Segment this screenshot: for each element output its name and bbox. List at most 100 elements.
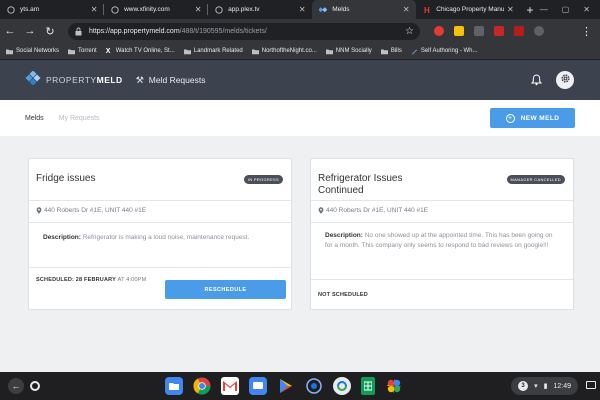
chrome-app-icon[interactable] [193, 377, 211, 395]
play-store-app-icon[interactable] [277, 377, 295, 395]
divider [311, 222, 573, 223]
bookmark-item[interactable]: Self Authoring - Wh... [411, 48, 478, 55]
sub-navigation: Melds My Requests + NEW MELD [0, 100, 600, 136]
extension-icon[interactable] [434, 26, 444, 36]
folder-icon [183, 48, 191, 55]
tools-icon: ⚒ [135, 74, 144, 85]
close-icon[interactable]: ✕ [192, 5, 204, 14]
bell-icon[interactable] [530, 74, 542, 86]
gmail-app-icon[interactable] [221, 377, 239, 395]
pinned-apps [165, 377, 403, 395]
pen-favicon [411, 48, 418, 55]
extensions [434, 26, 544, 36]
divider [29, 200, 291, 201]
address-bar[interactable]: https://app.propertymeld.com/488/t/19059… [68, 22, 420, 40]
reschedule-button[interactable]: RESCHEDULE [165, 280, 286, 299]
folder-icon [325, 48, 333, 55]
svg-text:H: H [424, 6, 430, 14]
back-icon[interactable]: ← [0, 21, 20, 41]
wifi-icon: ▾ [534, 383, 538, 390]
meld-title[interactable]: Refrigerator Issues Continued [318, 173, 402, 197]
map-pin-icon [36, 207, 42, 214]
browser-tab[interactable]: H Chicago Property Manu... ✕ [416, 0, 520, 19]
maximize-icon[interactable]: ▢ [562, 5, 570, 14]
chicago-favicon: H [423, 6, 431, 14]
extension-icon[interactable] [474, 26, 484, 36]
bookmark-item[interactable]: Bills [380, 48, 402, 55]
browser-tab[interactable]: app.plex.tv ✕ [208, 0, 312, 19]
extension-icon[interactable] [494, 26, 504, 36]
map-pin-icon [318, 207, 324, 214]
minimize-icon[interactable]: — [540, 5, 548, 14]
meld-card[interactable]: Refrigerator Issues Continued MANAGER CA… [310, 158, 574, 310]
propertymeld-logo[interactable]: PROPERTYMELD [25, 69, 123, 90]
scheduled-info: NOT SCHEDULED [318, 292, 368, 298]
extension-icon[interactable] [454, 26, 464, 36]
browser-tab[interactable]: www.xfinity.com ✕ [104, 0, 209, 19]
close-icon[interactable]: ✕ [296, 5, 308, 14]
bookmark-item[interactable]: Social Networks [6, 48, 59, 55]
folder-icon [6, 48, 13, 55]
new-meld-button[interactable]: + NEW MELD [490, 108, 575, 128]
clock: 12:49 [553, 382, 571, 390]
bookmark-item[interactable]: X Watch TV Online, St... [106, 48, 175, 55]
logo-mark-icon [25, 69, 41, 90]
tab-title: Chicago Property Manu... [436, 6, 505, 13]
window-controls: — ▢ ✕ [540, 0, 600, 19]
bookmark-item[interactable]: Landmark Related [183, 48, 243, 55]
close-icon[interactable]: ✕ [400, 5, 412, 14]
tab-title: www.xfinity.com [124, 6, 170, 13]
divider [311, 200, 573, 201]
bookmark-item[interactable]: NorthoftheNight.co... [251, 48, 317, 55]
melds-list: Fridge issues IN PROGRESS 440 Roberts Dr… [0, 136, 600, 372]
browser-menu-icon[interactable]: ⋮ [581, 25, 592, 38]
meld-card[interactable]: Fridge issues IN PROGRESS 440 Roberts Dr… [28, 158, 292, 310]
globe-icon [215, 5, 223, 14]
tab-melds[interactable]: Melds [25, 115, 44, 122]
browser-tab[interactable]: yts.am ✕ [0, 0, 105, 19]
lock-icon [74, 27, 83, 36]
profile-icon[interactable] [534, 26, 544, 36]
screen-capture-icon[interactable] [586, 381, 596, 389]
close-icon[interactable]: ✕ [88, 5, 100, 14]
tab-my-requests[interactable]: My Requests [59, 115, 100, 122]
sheets-app-icon[interactable] [361, 377, 375, 395]
reload-icon[interactable]: ↻ [40, 21, 60, 41]
messages-app-icon[interactable] [249, 377, 267, 395]
bookmark-item[interactable]: NNM Socially [325, 48, 372, 55]
tab-title: yts.am [20, 6, 40, 13]
globe-icon [111, 5, 119, 14]
meld-requests-nav[interactable]: ⚒ Meld Requests [136, 75, 206, 86]
meld-address: 440 Roberts Dr #1E, UNIT 440 #1E [36, 207, 146, 214]
battery-icon: ▮ [543, 383, 548, 390]
meld-address: 440 Roberts Dr #1E, UNIT 440 #1E [318, 207, 428, 214]
url-host: https://app.propertymeld.com [89, 27, 180, 35]
status-tray[interactable]: 3 ▾ ▮ 12:49 [511, 377, 578, 395]
close-icon[interactable]: ✕ [504, 5, 516, 14]
forward-icon[interactable]: → [20, 21, 40, 41]
tab-title: app.plex.tv [228, 6, 260, 13]
extension-icon[interactable] [514, 26, 524, 36]
plus-circle-icon: + [505, 113, 515, 123]
browser-tab-active[interactable]: Melds ✕ [312, 0, 417, 19]
meld-requests-label: Meld Requests [148, 75, 206, 85]
meld-title[interactable]: Fridge issues [36, 173, 95, 185]
bookmark-item[interactable]: Torrent [68, 48, 97, 55]
launcher-icon[interactable] [30, 381, 40, 391]
url-path: /488/t/190595/melds/tickets/ [179, 27, 267, 35]
back-icon[interactable]: ← [8, 378, 24, 394]
notification-count: 3 [518, 381, 529, 391]
app-header: PROPERTYMELD ⚒ Meld Requests [0, 60, 600, 100]
settings-button[interactable] [556, 71, 574, 89]
photos-app-icon[interactable] [385, 377, 403, 395]
status-badge: IN PROGRESS [243, 175, 283, 184]
bookmark-star-icon[interactable]: ☆ [405, 26, 414, 37]
meld-description: Description: Refrigerator is making a lo… [43, 234, 250, 241]
folder-icon [251, 48, 259, 55]
new-tab-button[interactable]: + [520, 0, 539, 19]
divider [29, 267, 291, 268]
close-window-icon[interactable]: ✕ [583, 5, 590, 14]
sync-app-icon[interactable] [333, 377, 351, 395]
files-app-icon[interactable] [165, 377, 183, 395]
camera-app-icon[interactable] [305, 377, 323, 395]
